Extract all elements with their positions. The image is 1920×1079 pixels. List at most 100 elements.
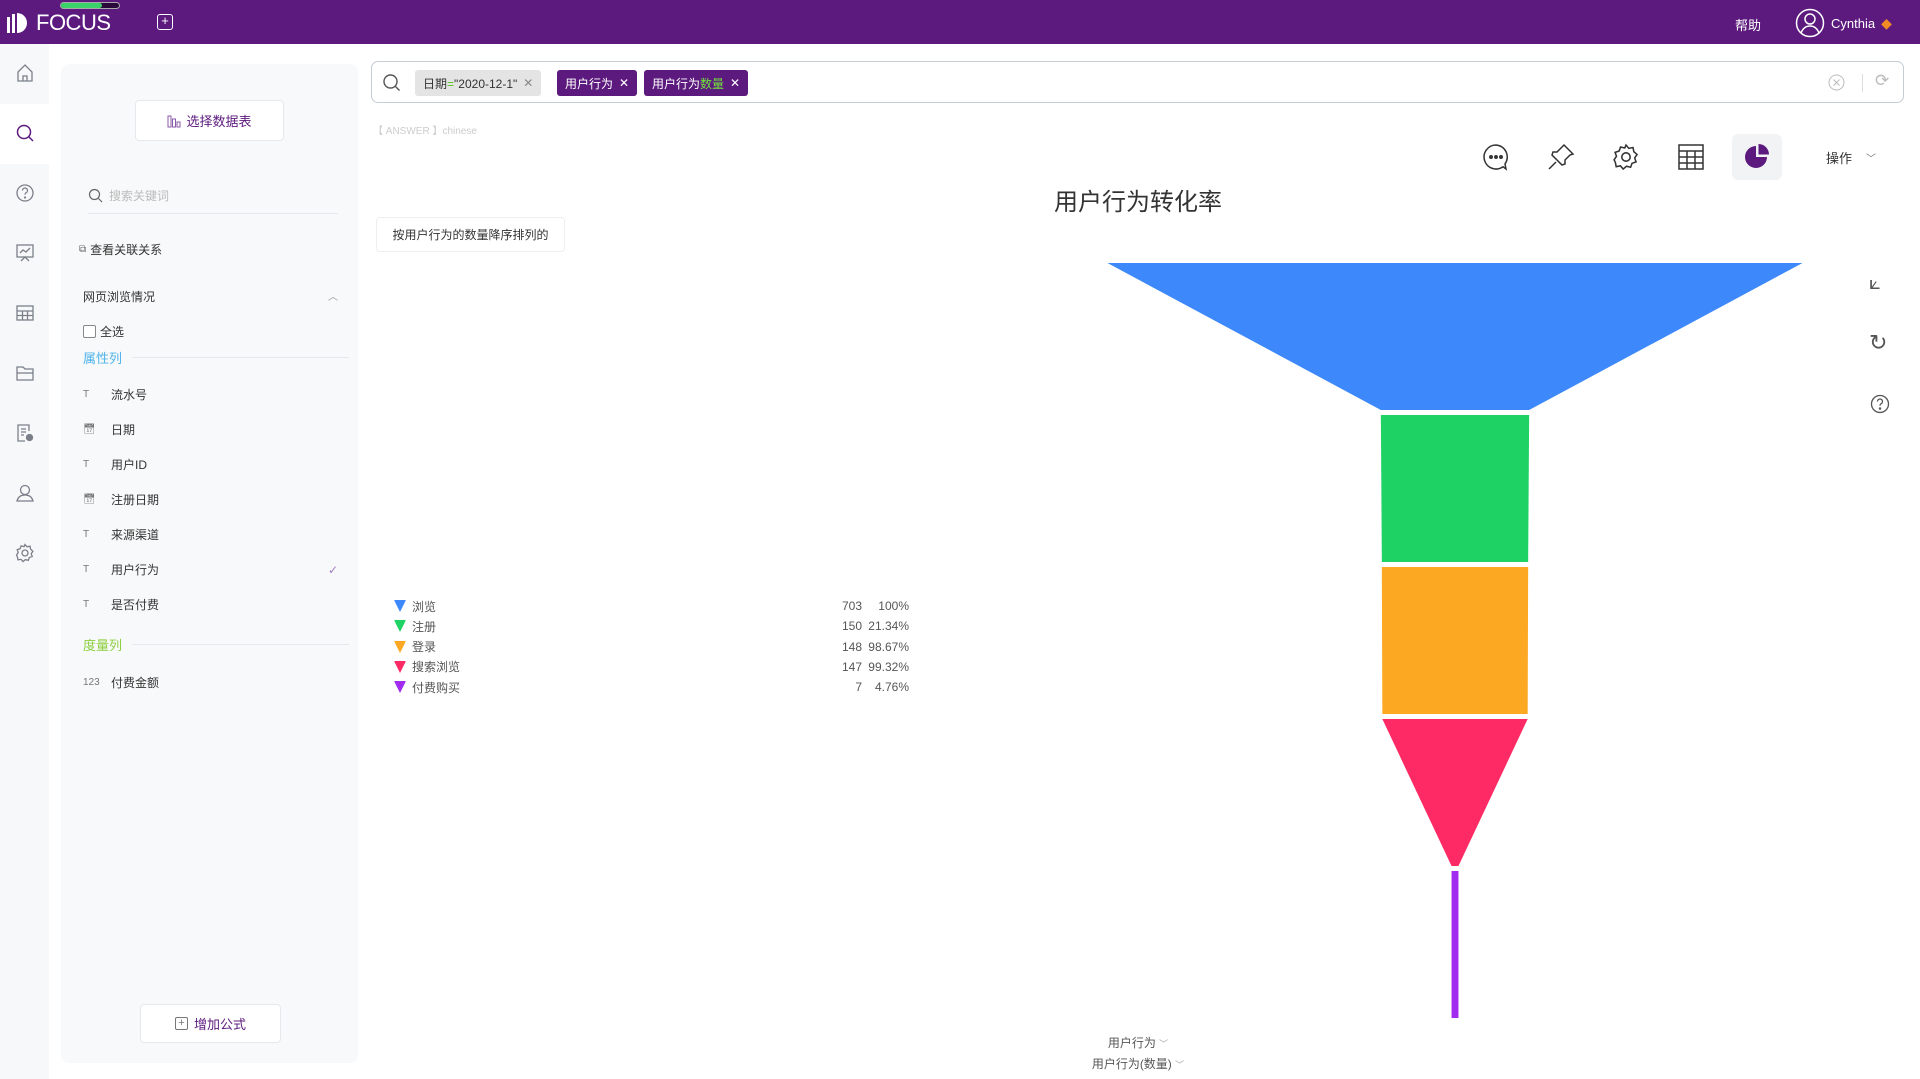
view-relations-link[interactable]: ⧉ 查看关联关系 bbox=[79, 241, 162, 258]
clear-icon[interactable] bbox=[1828, 74, 1845, 91]
home-icon[interactable] bbox=[12, 60, 38, 86]
gear-icon bbox=[1613, 143, 1639, 171]
funnel-segment[interactable] bbox=[1451, 871, 1459, 1018]
close-icon[interactable]: ✕ bbox=[619, 76, 629, 90]
actions-dropdown[interactable]: 操作 ﹀ bbox=[1826, 148, 1876, 167]
attribute-field[interactable]: 📅︎ 日期 bbox=[83, 421, 338, 438]
chip-operator: = bbox=[447, 76, 455, 91]
keyword-search[interactable]: 搜索关键词 bbox=[88, 178, 338, 214]
legend-value: 703 bbox=[841, 599, 862, 613]
table-group-name: 网页浏览情况 bbox=[83, 290, 156, 304]
field-label: 注册日期 bbox=[111, 493, 160, 507]
measure-title-text: 度量列 bbox=[83, 638, 123, 653]
funnel-segment[interactable] bbox=[1107, 263, 1803, 410]
text-type-icon: T bbox=[83, 459, 90, 470]
report-settings-icon[interactable] bbox=[12, 420, 38, 446]
search-icon bbox=[88, 188, 103, 203]
gear-icon[interactable] bbox=[12, 540, 38, 566]
search-chip-behavior[interactable]: 用户行为 ✕ bbox=[557, 70, 638, 96]
legend-item[interactable]: 浏览 703 100% bbox=[394, 597, 914, 615]
top-bar: FOCUS + 帮助 Cynthia ◆ bbox=[0, 0, 1920, 44]
new-tab-icon[interactable]: + bbox=[157, 14, 173, 30]
search-chip-count[interactable]: 用户行为数量 ✕ bbox=[644, 70, 749, 96]
table-icon bbox=[1678, 144, 1704, 170]
attribute-field[interactable]: T 流水号 bbox=[83, 386, 338, 403]
chip-label: 用户行为 bbox=[652, 76, 701, 91]
measure-field[interactable]: 123 付费金额 bbox=[83, 674, 159, 691]
pie-chart-icon bbox=[1745, 144, 1769, 168]
table-group-header[interactable]: 网页浏览情况 ︿ bbox=[83, 288, 338, 305]
logo-text: FOCUS bbox=[36, 10, 111, 35]
chart-view-button[interactable] bbox=[1732, 134, 1782, 180]
text-type-icon: T bbox=[83, 389, 90, 400]
select-table-button[interactable]: 选择数据表 bbox=[135, 100, 284, 141]
y-axis-selector[interactable]: 用户行为(数量) ﹀ bbox=[938, 1055, 1338, 1072]
legend-percent: 98.67% bbox=[868, 639, 909, 654]
legend-percent: 99.32% bbox=[868, 659, 909, 674]
field-label: 来源渠道 bbox=[111, 528, 160, 542]
chevron-down-icon: ﹀ bbox=[1175, 1060, 1185, 1070]
axis-settings-icon[interactable]: ⟀ bbox=[1869, 272, 1881, 295]
attribute-field[interactable]: T 用户ID bbox=[83, 456, 338, 473]
select-table-label: 选择数据表 bbox=[186, 114, 252, 129]
user-name: Cynthia bbox=[1831, 15, 1876, 31]
funnel-segment[interactable] bbox=[1382, 719, 1528, 866]
funnel-marker-icon bbox=[394, 620, 406, 633]
calendar-icon: 📅︎ bbox=[83, 494, 96, 505]
funnel-segment[interactable] bbox=[1380, 415, 1530, 562]
calendar-icon: 📅︎ bbox=[83, 424, 96, 435]
attribute-field[interactable]: 📅︎ 注册日期 bbox=[83, 491, 338, 508]
refresh-icon[interactable]: ⟳ bbox=[1875, 71, 1889, 91]
plus-square-icon: + bbox=[174, 1017, 188, 1030]
vip-diamond-icon: ◆ bbox=[1881, 14, 1892, 31]
actions-label: 操作 bbox=[1826, 151, 1853, 166]
y-axis-label: 用户行为(数量) bbox=[1091, 1057, 1172, 1071]
legend-item[interactable]: 付费购买 7 4.76% bbox=[394, 678, 914, 696]
funnel-marker-icon bbox=[394, 600, 406, 612]
legend-percent: 21.34% bbox=[868, 619, 909, 634]
legend-value: 150 bbox=[841, 619, 862, 634]
keyword-search-placeholder: 搜索关键词 bbox=[109, 189, 170, 203]
search-icon[interactable] bbox=[12, 120, 38, 146]
pin-button[interactable] bbox=[1541, 137, 1581, 177]
legend-item[interactable]: 注册 150 21.34% bbox=[394, 617, 914, 635]
legend-value: 7 bbox=[855, 680, 862, 695]
legend-item[interactable]: 搜索浏览 147 99.32% bbox=[394, 658, 914, 676]
legend-label: 浏览 bbox=[412, 599, 437, 614]
legend-item[interactable]: 登录 148 98.67% bbox=[394, 638, 914, 656]
close-icon[interactable]: ✕ bbox=[730, 76, 740, 90]
text-type-icon: T bbox=[83, 529, 90, 540]
bar-chart-icon bbox=[167, 115, 181, 127]
close-icon[interactable]: ✕ bbox=[523, 76, 533, 90]
select-all-label: 全选 bbox=[100, 325, 125, 339]
funnel-segment[interactable] bbox=[1381, 567, 1529, 714]
attribute-field[interactable]: T 来源渠道 bbox=[83, 526, 338, 543]
table-icon[interactable] bbox=[12, 300, 38, 326]
help-icon[interactable] bbox=[1870, 394, 1890, 414]
folder-icon[interactable] bbox=[12, 360, 38, 386]
chip-aggregate: 数量 bbox=[700, 76, 725, 91]
settings-button[interactable] bbox=[1606, 137, 1646, 177]
user-icon[interactable] bbox=[12, 480, 38, 506]
text-type-icon: T bbox=[83, 599, 90, 610]
x-axis-selector[interactable]: 用户行为 ﹀ bbox=[938, 1034, 1338, 1051]
logo-icon bbox=[7, 13, 27, 33]
select-all-checkbox[interactable]: 全选 bbox=[83, 323, 124, 340]
add-formula-button[interactable]: + 增加公式 bbox=[140, 1004, 281, 1043]
question-icon[interactable] bbox=[12, 180, 38, 206]
field-label: 用户行为 bbox=[111, 563, 160, 577]
funnel-chart bbox=[1107, 263, 1803, 1018]
presentation-icon[interactable] bbox=[12, 240, 38, 266]
table-view-button[interactable] bbox=[1671, 137, 1711, 177]
logo[interactable]: FOCUS bbox=[6, 10, 111, 36]
attribute-field[interactable]: T 用户行为 ✓ bbox=[83, 561, 338, 578]
comment-button[interactable] bbox=[1476, 137, 1516, 177]
attr-title-text: 属性列 bbox=[83, 351, 123, 366]
help-link[interactable]: 帮助 bbox=[1735, 15, 1761, 34]
funnel-marker-icon bbox=[394, 640, 406, 653]
search-chip-date[interactable]: 日期="2020-12-1" ✕ bbox=[415, 70, 542, 96]
legend-value: 147 bbox=[841, 659, 862, 674]
attribute-field[interactable]: T 是否付费 bbox=[83, 596, 338, 613]
refresh-chart-icon[interactable]: ↻ bbox=[1869, 330, 1887, 356]
user-menu[interactable]: Cynthia ◆ bbox=[1795, 8, 1892, 38]
